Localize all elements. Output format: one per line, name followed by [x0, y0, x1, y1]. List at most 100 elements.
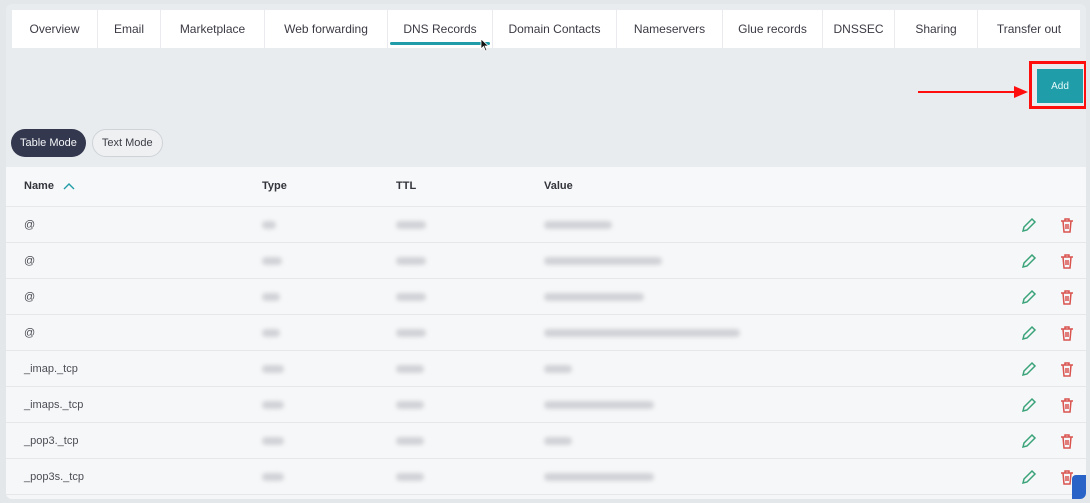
- table-row: @: [6, 279, 1086, 315]
- tab-dns-records[interactable]: DNS Records: [388, 10, 493, 48]
- redacted-value: [262, 220, 276, 229]
- dns-records-table: Name Type TTL Value @ @ @ @ _imap._tcp _…: [6, 167, 1086, 499]
- record-name: @: [24, 218, 36, 231]
- record-value: [544, 315, 740, 350]
- row-actions: [1020, 459, 1076, 494]
- edit-icon[interactable]: [1020, 432, 1038, 450]
- redacted-value: [262, 436, 284, 445]
- tab-transfer-out[interactable]: Transfer out: [978, 10, 1080, 48]
- table-row: _pop3._tcp: [6, 423, 1086, 459]
- tab-domain-contacts[interactable]: Domain Contacts: [493, 10, 617, 48]
- mouse-cursor-icon: [480, 38, 490, 52]
- record-type: [262, 423, 284, 458]
- record-ttl: [396, 243, 426, 278]
- table-row: _imap._tcp: [6, 351, 1086, 387]
- record-value: [544, 459, 654, 494]
- record-ttl: [396, 423, 424, 458]
- record-ttl: [396, 351, 424, 386]
- record-ttl: [396, 207, 426, 242]
- redacted-value: [544, 220, 612, 229]
- text-mode-button[interactable]: Text Mode: [91, 129, 163, 157]
- redacted-value: [544, 328, 740, 337]
- table-row: @: [6, 243, 1086, 279]
- table-header: Name Type TTL Value: [6, 167, 1086, 207]
- trash-icon[interactable]: [1058, 396, 1076, 414]
- trash-icon[interactable]: [1058, 432, 1076, 450]
- row-actions: [1020, 351, 1076, 386]
- trash-icon[interactable]: [1058, 324, 1076, 342]
- redacted-value: [396, 292, 426, 301]
- record-type: [262, 387, 284, 422]
- column-header-name[interactable]: Name: [24, 180, 75, 192]
- redacted-value: [544, 472, 654, 481]
- table-row: _imaps._tcp: [6, 387, 1086, 423]
- redacted-value: [544, 292, 644, 301]
- record-type: [262, 207, 276, 242]
- redacted-value: [262, 472, 284, 481]
- redacted-value: [396, 220, 426, 229]
- column-header-value: Value: [544, 179, 573, 192]
- edit-icon[interactable]: [1020, 468, 1038, 486]
- row-actions: [1020, 243, 1076, 278]
- dns-records-page: Overview Email Marketplace Web forwardin…: [6, 4, 1086, 499]
- tab-sharing[interactable]: Sharing: [895, 10, 978, 48]
- column-header-type: Type: [262, 179, 287, 192]
- redacted-value: [262, 256, 282, 265]
- tab-dnssec[interactable]: DNSSEC: [823, 10, 895, 48]
- redacted-value: [544, 436, 572, 445]
- edit-icon[interactable]: [1020, 288, 1038, 306]
- record-type: [262, 351, 284, 386]
- edit-icon[interactable]: [1020, 324, 1038, 342]
- red-arrow-annotation: [918, 86, 1028, 98]
- trash-icon[interactable]: [1058, 288, 1076, 306]
- record-name: @: [24, 290, 36, 303]
- record-name: @: [24, 254, 36, 267]
- redacted-value: [262, 328, 280, 337]
- redacted-value: [396, 364, 424, 373]
- edit-icon[interactable]: [1020, 216, 1038, 234]
- redacted-value: [262, 292, 280, 301]
- edit-icon[interactable]: [1020, 252, 1038, 270]
- record-ttl: [396, 279, 426, 314]
- tab-email[interactable]: Email: [98, 10, 161, 48]
- table-row: _pop3s._tcp: [6, 459, 1086, 495]
- chevron-up-icon[interactable]: [63, 182, 75, 190]
- record-value: [544, 243, 662, 278]
- record-value: [544, 423, 572, 458]
- row-actions: [1020, 423, 1076, 458]
- table-row: @: [6, 207, 1086, 243]
- redacted-value: [396, 328, 426, 337]
- add-record-button[interactable]: Add: [1037, 69, 1083, 103]
- edit-icon[interactable]: [1020, 396, 1038, 414]
- tab-nameservers[interactable]: Nameservers: [617, 10, 723, 48]
- trash-icon[interactable]: [1058, 216, 1076, 234]
- record-type: [262, 459, 284, 494]
- tab-glue-records[interactable]: Glue records: [723, 10, 823, 48]
- record-ttl: [396, 459, 424, 494]
- redacted-value: [396, 436, 424, 445]
- tab-overview[interactable]: Overview: [12, 10, 98, 48]
- tab-marketplace[interactable]: Marketplace: [161, 10, 265, 48]
- record-type: [262, 279, 280, 314]
- record-value: [544, 387, 654, 422]
- record-name: _pop3._tcp: [24, 434, 79, 447]
- record-name: @: [24, 326, 36, 339]
- row-actions: [1020, 279, 1076, 314]
- edit-icon[interactable]: [1020, 360, 1038, 378]
- table-row: @: [6, 315, 1086, 351]
- redacted-value: [396, 472, 424, 481]
- redacted-value: [544, 400, 654, 409]
- redacted-value: [262, 400, 284, 409]
- mode-toggle: Table Mode Text Mode: [11, 129, 163, 157]
- record-ttl: [396, 315, 426, 350]
- record-name: _imaps._tcp: [24, 398, 84, 411]
- row-actions: [1020, 315, 1076, 350]
- table-mode-button[interactable]: Table Mode: [11, 129, 86, 157]
- trash-icon[interactable]: [1058, 252, 1076, 270]
- corner-badge: [1072, 475, 1086, 499]
- record-type: [262, 243, 282, 278]
- record-value: [544, 279, 644, 314]
- record-name: _pop3s._tcp: [24, 470, 84, 483]
- trash-icon[interactable]: [1058, 360, 1076, 378]
- tab-web-forwarding[interactable]: Web forwarding: [265, 10, 388, 48]
